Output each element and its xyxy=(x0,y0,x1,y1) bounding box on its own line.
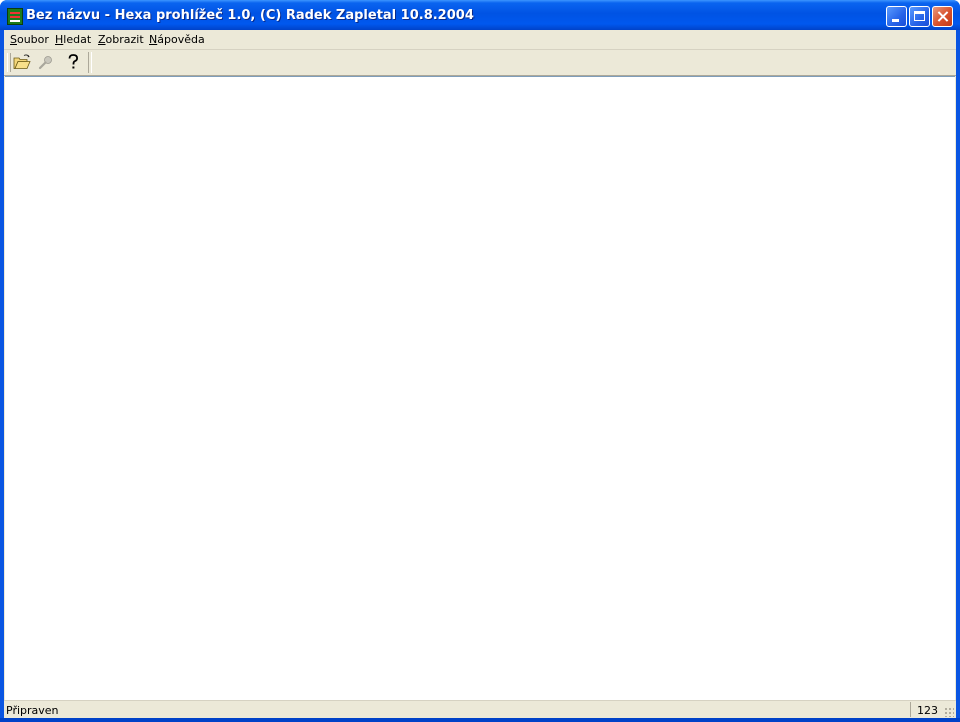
menu-hledat-label: ledat xyxy=(63,33,92,46)
menu-soubor-label: oubor xyxy=(16,33,49,46)
hex-view[interactable] xyxy=(5,76,955,701)
maximize-button[interactable] xyxy=(909,6,930,27)
menu-soubor[interactable]: Soubor xyxy=(10,32,49,47)
menu-napoveda[interactable]: Nápověda xyxy=(149,32,205,47)
help-icon xyxy=(68,54,79,69)
find-icon xyxy=(38,56,52,70)
close-button[interactable] xyxy=(932,6,953,27)
app-window: Bez názvu - Hexa prohlížeč 1.0, (C) Rade… xyxy=(0,0,960,722)
window-title: Bez názvu - Hexa prohlížeč 1.0, (C) Rade… xyxy=(26,8,474,23)
status-bar: Připraven 123 xyxy=(4,700,956,719)
menu-zobrazit-mnemonic: Z xyxy=(98,33,106,46)
menu-napoveda-mnemonic: N xyxy=(149,33,158,46)
status-text: Připraven xyxy=(6,704,59,717)
window-frame-bottom[interactable] xyxy=(0,718,960,722)
client-area: Soubor Hledat Zobrazit Nápověda Připrave… xyxy=(4,30,956,719)
toolbar xyxy=(4,50,956,76)
open-button[interactable] xyxy=(11,52,33,73)
minimize-button[interactable] xyxy=(886,6,907,27)
menu-bar: Soubor Hledat Zobrazit Nápověda xyxy=(4,30,956,50)
help-button[interactable] xyxy=(62,52,84,73)
menu-zobrazit-label: obrazit xyxy=(105,33,144,46)
menu-soubor-mnemonic: S xyxy=(10,33,17,46)
toolbar-separator xyxy=(88,52,92,73)
resize-grip-icon[interactable] xyxy=(944,707,954,717)
status-pane-value: 123 xyxy=(917,704,938,717)
status-pane: 123 xyxy=(910,702,942,717)
open-folder-icon xyxy=(13,54,31,69)
find-button[interactable] xyxy=(35,52,57,73)
title-bar[interactable]: Bez názvu - Hexa prohlížeč 1.0, (C) Rade… xyxy=(0,0,960,30)
menu-zobrazit[interactable]: Zobrazit xyxy=(98,32,144,47)
menu-hledat[interactable]: Hledat xyxy=(55,32,91,47)
menu-napoveda-label: ápověda xyxy=(157,33,205,46)
app-icon[interactable] xyxy=(7,8,23,25)
